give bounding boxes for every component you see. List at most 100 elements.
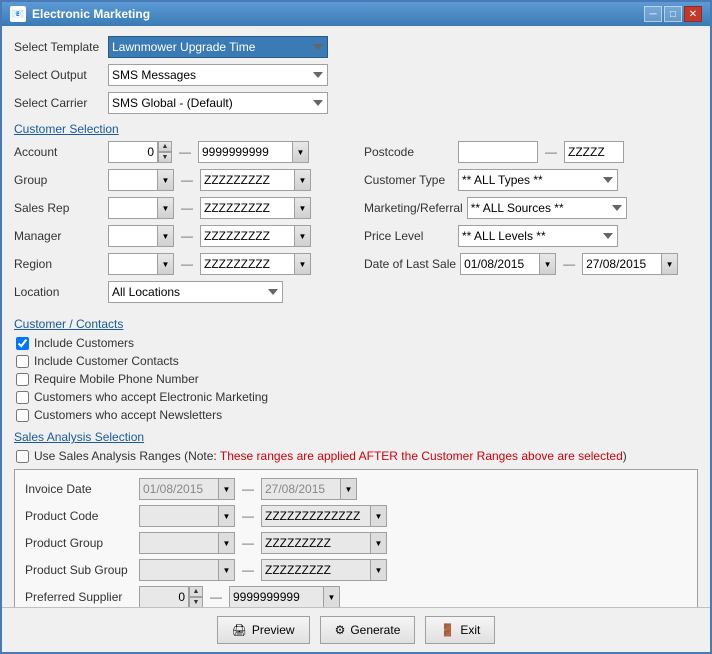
region-from-input[interactable]	[108, 253, 158, 275]
select-carrier-label: Select Carrier	[14, 96, 104, 110]
date-to-dropdown[interactable]: ▼	[662, 253, 678, 275]
require-mobile-checkbox[interactable]	[16, 373, 29, 386]
accept-newsletters-label: Customers who accept Newsletters	[34, 408, 222, 422]
accept-newsletters-checkbox[interactable]	[16, 409, 29, 422]
customer-contacts-header[interactable]: Customer / Contacts	[14, 317, 698, 331]
product-sub-group-to-input[interactable]	[261, 559, 371, 581]
accept-electronic-label: Customers who accept Electronic Marketin…	[34, 390, 268, 404]
product-code-from-dropdown[interactable]: ▼	[219, 505, 235, 527]
price-level-dropdown[interactable]: ** ALL Levels **	[458, 225, 618, 247]
preferred-supplier-to-input[interactable]	[229, 586, 324, 607]
manager-to-input[interactable]	[200, 225, 295, 247]
date-from-input[interactable]	[460, 253, 540, 275]
product-sub-group-to-dropdown[interactable]: ▼	[371, 559, 387, 581]
postcode-to-input[interactable]	[564, 141, 624, 163]
marketing-dropdown[interactable]: ** ALL Sources **	[467, 197, 627, 219]
salesrep-to-input[interactable]	[200, 197, 295, 219]
account-from-up[interactable]: ▲	[158, 141, 172, 152]
product-code-from-input[interactable]	[139, 505, 219, 527]
select-template-dropdown[interactable]: Lawnmower Upgrade Time	[108, 36, 328, 58]
include-customers-label: Include Customers	[34, 336, 134, 350]
postcode-label: Postcode	[364, 145, 454, 159]
sales-analysis-header[interactable]: Sales Analysis Selection	[14, 430, 698, 444]
marketing-row: Marketing/Referral ** ALL Sources **	[364, 197, 698, 219]
preferred-supplier-label: Preferred Supplier	[25, 590, 135, 604]
preferred-supplier-from-input[interactable]	[139, 586, 189, 607]
generate-icon: ⚙	[335, 623, 346, 637]
region-label: Region	[14, 257, 104, 271]
product-group-to-dropdown[interactable]: ▼	[371, 532, 387, 554]
select-carrier-row: Select Carrier SMS Global - (Default)	[14, 92, 698, 114]
group-from-dropdown[interactable]: ▼	[158, 169, 174, 191]
exit-button[interactable]: 🚪 Exit	[425, 616, 495, 644]
region-to-dropdown[interactable]: ▼	[295, 253, 311, 275]
invoice-date-label: Invoice Date	[25, 482, 135, 496]
product-group-from-dropdown[interactable]: ▼	[219, 532, 235, 554]
product-code-row: Product Code ▼ — ▼	[25, 505, 687, 527]
manager-from-dropdown[interactable]: ▼	[158, 225, 174, 247]
include-customers-checkbox[interactable]	[16, 337, 29, 350]
region-from-dropdown[interactable]: ▼	[158, 253, 174, 275]
customer-selection-header[interactable]: Customer Selection	[14, 122, 698, 136]
account-dash: —	[179, 145, 191, 159]
group-row: Group ▼ — ▼	[14, 169, 354, 191]
manager-from-input[interactable]	[108, 225, 158, 247]
product-sub-group-from-input[interactable]	[139, 559, 219, 581]
maximize-button[interactable]: □	[664, 6, 682, 22]
account-to-input[interactable]	[198, 141, 293, 163]
select-carrier-dropdown[interactable]: SMS Global - (Default)	[108, 92, 328, 114]
group-from-input[interactable]	[108, 169, 158, 191]
invoice-date-from-dropdown[interactable]: ▼	[219, 478, 235, 500]
sales-analysis-box: Invoice Date ▼ — ▼ Product Code ▼ —	[14, 469, 698, 607]
group-to-input[interactable]	[200, 169, 295, 191]
customer-type-dropdown[interactable]: ** ALL Types **	[458, 169, 618, 191]
product-code-label: Product Code	[25, 509, 135, 523]
main-content: Select Template Lawnmower Upgrade Time S…	[2, 26, 710, 607]
account-to-dropdown[interactable]: ▼	[293, 141, 309, 163]
salesrep-from-dropdown[interactable]: ▼	[158, 197, 174, 219]
product-group-from-input[interactable]	[139, 532, 219, 554]
include-contacts-label: Include Customer Contacts	[34, 354, 179, 368]
product-sub-group-label: Product Sub Group	[25, 563, 135, 577]
product-group-to-input[interactable]	[261, 532, 371, 554]
account-from-down[interactable]: ▼	[158, 152, 172, 163]
window-title: Electronic Marketing	[32, 7, 150, 21]
accept-electronic-checkbox[interactable]	[16, 391, 29, 404]
sales-analysis-checkbox[interactable]	[16, 450, 29, 463]
main-window: 📧 Electronic Marketing ─ □ ✕ Select Temp…	[0, 0, 712, 654]
preferred-supplier-from-up[interactable]: ▲	[189, 586, 203, 597]
preferred-supplier-to-dropdown[interactable]: ▼	[324, 586, 340, 607]
include-contacts-row: Include Customer Contacts	[14, 354, 698, 368]
salesrep-to-dropdown[interactable]: ▼	[295, 197, 311, 219]
accept-newsletters-row: Customers who accept Newsletters	[14, 408, 698, 422]
require-mobile-row: Require Mobile Phone Number	[14, 372, 698, 386]
region-to-input[interactable]	[200, 253, 295, 275]
salesrep-label: Sales Rep	[14, 201, 104, 215]
minimize-button[interactable]: ─	[644, 6, 662, 22]
product-sub-group-from-dropdown[interactable]: ▼	[219, 559, 235, 581]
manager-to-dropdown[interactable]: ▼	[295, 225, 311, 247]
invoice-date-to-dropdown[interactable]: ▼	[341, 478, 357, 500]
select-output-dropdown[interactable]: SMS Messages	[108, 64, 328, 86]
date-to-input[interactable]	[582, 253, 662, 275]
preview-button[interactable]: 🖨 Preview	[217, 616, 310, 644]
invoice-date-to-input[interactable]	[261, 478, 341, 500]
invoice-date-from-input[interactable]	[139, 478, 219, 500]
generate-label: Generate	[350, 623, 400, 637]
include-contacts-checkbox[interactable]	[16, 355, 29, 368]
account-from-input[interactable]	[108, 141, 158, 163]
price-level-row: Price Level ** ALL Levels **	[364, 225, 698, 247]
postcode-from-input[interactable]	[458, 141, 538, 163]
close-button[interactable]: ✕	[684, 6, 702, 22]
accept-electronic-row: Customers who accept Electronic Marketin…	[14, 390, 698, 404]
preferred-supplier-from-down[interactable]: ▼	[189, 597, 203, 607]
date-from-dropdown[interactable]: ▼	[540, 253, 556, 275]
product-code-to-dropdown[interactable]: ▼	[371, 505, 387, 527]
location-label: Location	[14, 285, 104, 299]
select-output-label: Select Output	[14, 68, 104, 82]
product-code-to-input[interactable]	[261, 505, 371, 527]
salesrep-from-input[interactable]	[108, 197, 158, 219]
generate-button[interactable]: ⚙ Generate	[320, 616, 416, 644]
group-to-dropdown[interactable]: ▼	[295, 169, 311, 191]
location-dropdown[interactable]: All Locations	[108, 281, 283, 303]
